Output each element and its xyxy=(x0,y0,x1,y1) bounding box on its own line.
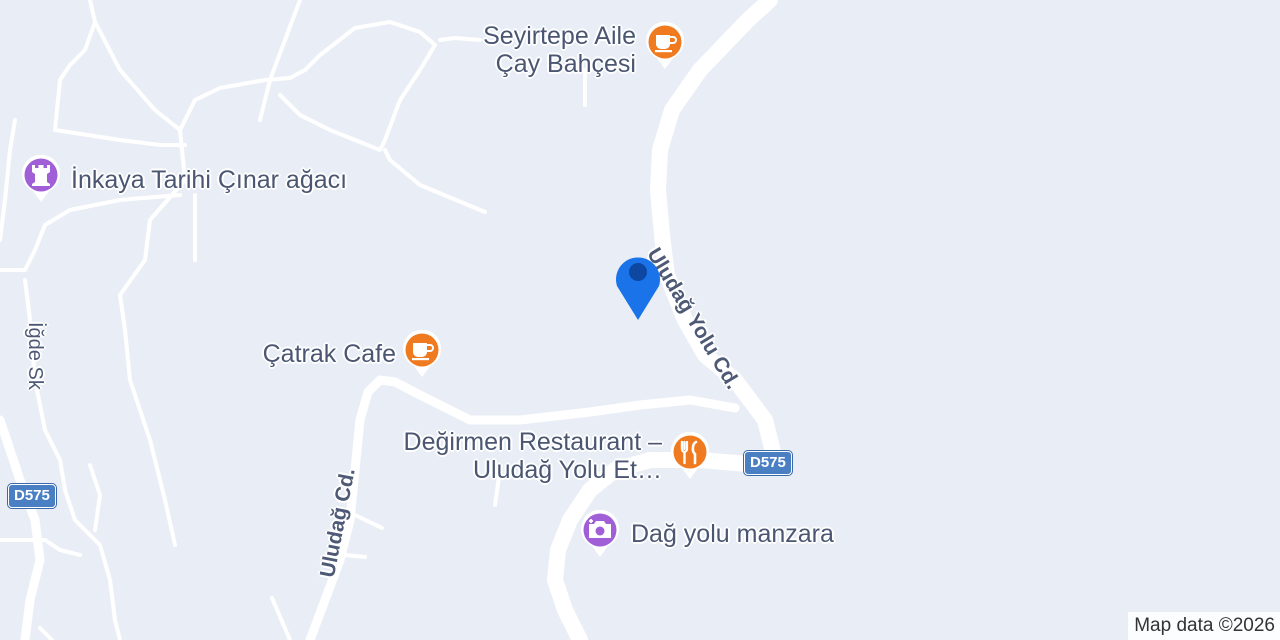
poi-label[interactable]: Seyirtepe Aile Çay Bahçesi xyxy=(440,22,636,78)
map-canvas[interactable]: Seyirtepe Aile Çay Bahçesi İnkaya Tarihi… xyxy=(0,0,1280,640)
poi-label[interactable]: Çatrak Cafe xyxy=(200,340,396,368)
poi-label[interactable]: İnkaya Tarihi Çınar ağacı xyxy=(71,166,347,194)
road-label: İğde Sk xyxy=(24,322,46,390)
coffee-cup-icon[interactable] xyxy=(645,22,685,70)
fork-knife-icon[interactable] xyxy=(670,432,710,480)
poi-label[interactable]: Dağ yolu manzara xyxy=(631,520,834,548)
location-pin-icon[interactable] xyxy=(610,246,670,322)
camera-icon[interactable] xyxy=(580,510,620,558)
map-attribution: Map data ©2026 xyxy=(1128,612,1280,640)
poi-label[interactable]: Değirmen Restaurant – Uludağ Yolu Et… xyxy=(360,428,662,484)
highway-shield: D575 xyxy=(744,451,792,475)
coffee-cup-icon[interactable] xyxy=(402,330,442,378)
highway-shield: D575 xyxy=(8,484,56,508)
tower-icon[interactable] xyxy=(21,155,61,203)
